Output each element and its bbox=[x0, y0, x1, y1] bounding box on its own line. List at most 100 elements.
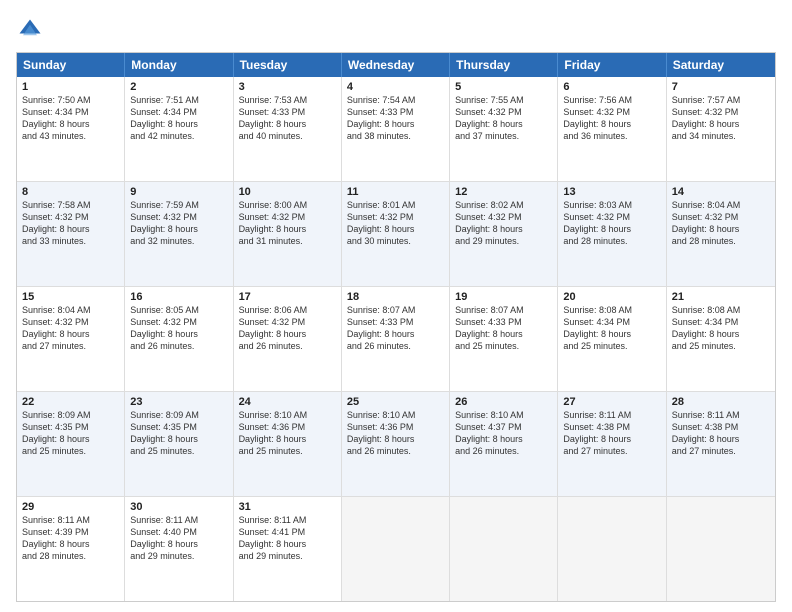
daylight-hours: Daylight: 8 hours bbox=[347, 328, 444, 340]
calendar-cell-16: 16Sunrise: 8:05 AMSunset: 4:32 PMDayligh… bbox=[125, 287, 233, 391]
daylight-hours: Daylight: 8 hours bbox=[672, 433, 770, 445]
sunset-text: Sunset: 4:33 PM bbox=[455, 316, 552, 328]
sunrise-text: Sunrise: 8:11 AM bbox=[563, 409, 660, 421]
daylight-hours: Daylight: 8 hours bbox=[130, 538, 227, 550]
calendar-cell-3: 3Sunrise: 7:53 AMSunset: 4:33 PMDaylight… bbox=[234, 77, 342, 181]
day-number: 5 bbox=[455, 81, 552, 93]
day-number: 29 bbox=[22, 501, 119, 513]
sunrise-text: Sunrise: 8:11 AM bbox=[239, 514, 336, 526]
sunrise-text: Sunrise: 7:58 AM bbox=[22, 199, 119, 211]
daylight-minutes: and 32 minutes. bbox=[130, 235, 227, 247]
daylight-hours: Daylight: 8 hours bbox=[239, 118, 336, 130]
daylight-hours: Daylight: 8 hours bbox=[239, 538, 336, 550]
logo-icon bbox=[16, 16, 44, 44]
sunset-text: Sunset: 4:35 PM bbox=[22, 421, 119, 433]
daylight-minutes: and 29 minutes. bbox=[130, 550, 227, 562]
daylight-hours: Daylight: 8 hours bbox=[239, 223, 336, 235]
sunrise-text: Sunrise: 8:10 AM bbox=[455, 409, 552, 421]
calendar-cell-4: 4Sunrise: 7:54 AMSunset: 4:33 PMDaylight… bbox=[342, 77, 450, 181]
calendar-cell-30: 30Sunrise: 8:11 AMSunset: 4:40 PMDayligh… bbox=[125, 497, 233, 601]
daylight-minutes: and 40 minutes. bbox=[239, 130, 336, 142]
sunset-text: Sunset: 4:34 PM bbox=[22, 106, 119, 118]
daylight-minutes: and 26 minutes. bbox=[130, 340, 227, 352]
sunrise-text: Sunrise: 7:50 AM bbox=[22, 94, 119, 106]
calendar-header: SundayMondayTuesdayWednesdayThursdayFrid… bbox=[17, 53, 775, 77]
calendar-row: 1Sunrise: 7:50 AMSunset: 4:34 PMDaylight… bbox=[17, 77, 775, 182]
header-day-tuesday: Tuesday bbox=[234, 53, 342, 77]
daylight-minutes: and 29 minutes. bbox=[455, 235, 552, 247]
day-number: 18 bbox=[347, 291, 444, 303]
day-number: 2 bbox=[130, 81, 227, 93]
daylight-minutes: and 42 minutes. bbox=[130, 130, 227, 142]
sunrise-text: Sunrise: 8:06 AM bbox=[239, 304, 336, 316]
header-day-monday: Monday bbox=[125, 53, 233, 77]
daylight-minutes: and 28 minutes. bbox=[672, 235, 770, 247]
sunset-text: Sunset: 4:32 PM bbox=[455, 106, 552, 118]
sunrise-text: Sunrise: 8:01 AM bbox=[347, 199, 444, 211]
day-number: 7 bbox=[672, 81, 770, 93]
daylight-minutes: and 27 minutes. bbox=[563, 445, 660, 457]
header-day-sunday: Sunday bbox=[17, 53, 125, 77]
calendar-cell-13: 13Sunrise: 8:03 AMSunset: 4:32 PMDayligh… bbox=[558, 182, 666, 286]
day-number: 25 bbox=[347, 396, 444, 408]
sunset-text: Sunset: 4:32 PM bbox=[563, 211, 660, 223]
day-number: 28 bbox=[672, 396, 770, 408]
day-number: 24 bbox=[239, 396, 336, 408]
sunset-text: Sunset: 4:33 PM bbox=[347, 316, 444, 328]
daylight-minutes: and 26 minutes. bbox=[239, 340, 336, 352]
day-number: 23 bbox=[130, 396, 227, 408]
calendar-cell-28: 28Sunrise: 8:11 AMSunset: 4:38 PMDayligh… bbox=[667, 392, 775, 496]
sunset-text: Sunset: 4:32 PM bbox=[22, 211, 119, 223]
daylight-hours: Daylight: 8 hours bbox=[130, 328, 227, 340]
daylight-hours: Daylight: 8 hours bbox=[455, 328, 552, 340]
sunrise-text: Sunrise: 7:53 AM bbox=[239, 94, 336, 106]
day-number: 3 bbox=[239, 81, 336, 93]
day-number: 9 bbox=[130, 186, 227, 198]
day-number: 8 bbox=[22, 186, 119, 198]
sunset-text: Sunset: 4:34 PM bbox=[672, 316, 770, 328]
day-number: 11 bbox=[347, 186, 444, 198]
daylight-hours: Daylight: 8 hours bbox=[672, 328, 770, 340]
sunrise-text: Sunrise: 8:11 AM bbox=[130, 514, 227, 526]
daylight-hours: Daylight: 8 hours bbox=[22, 328, 119, 340]
daylight-hours: Daylight: 8 hours bbox=[672, 223, 770, 235]
calendar-row: 29Sunrise: 8:11 AMSunset: 4:39 PMDayligh… bbox=[17, 497, 775, 601]
sunset-text: Sunset: 4:36 PM bbox=[347, 421, 444, 433]
day-number: 15 bbox=[22, 291, 119, 303]
daylight-minutes: and 30 minutes. bbox=[347, 235, 444, 247]
daylight-hours: Daylight: 8 hours bbox=[563, 223, 660, 235]
calendar-cell-23: 23Sunrise: 8:09 AMSunset: 4:35 PMDayligh… bbox=[125, 392, 233, 496]
daylight-minutes: and 43 minutes. bbox=[22, 130, 119, 142]
daylight-hours: Daylight: 8 hours bbox=[672, 118, 770, 130]
daylight-hours: Daylight: 8 hours bbox=[563, 433, 660, 445]
sunset-text: Sunset: 4:36 PM bbox=[239, 421, 336, 433]
sunset-text: Sunset: 4:32 PM bbox=[672, 106, 770, 118]
sunset-text: Sunset: 4:32 PM bbox=[672, 211, 770, 223]
day-number: 22 bbox=[22, 396, 119, 408]
daylight-hours: Daylight: 8 hours bbox=[130, 433, 227, 445]
daylight-hours: Daylight: 8 hours bbox=[22, 538, 119, 550]
day-number: 4 bbox=[347, 81, 444, 93]
calendar-body: 1Sunrise: 7:50 AMSunset: 4:34 PMDaylight… bbox=[17, 77, 775, 601]
sunset-text: Sunset: 4:32 PM bbox=[455, 211, 552, 223]
daylight-hours: Daylight: 8 hours bbox=[563, 118, 660, 130]
header bbox=[16, 16, 776, 44]
calendar-cell-14: 14Sunrise: 8:04 AMSunset: 4:32 PMDayligh… bbox=[667, 182, 775, 286]
sunrise-text: Sunrise: 8:09 AM bbox=[130, 409, 227, 421]
calendar-cell-18: 18Sunrise: 8:07 AMSunset: 4:33 PMDayligh… bbox=[342, 287, 450, 391]
sunrise-text: Sunrise: 8:10 AM bbox=[239, 409, 336, 421]
daylight-hours: Daylight: 8 hours bbox=[347, 223, 444, 235]
daylight-hours: Daylight: 8 hours bbox=[455, 223, 552, 235]
sunrise-text: Sunrise: 8:04 AM bbox=[672, 199, 770, 211]
sunrise-text: Sunrise: 7:55 AM bbox=[455, 94, 552, 106]
daylight-hours: Daylight: 8 hours bbox=[455, 118, 552, 130]
calendar-row: 8Sunrise: 7:58 AMSunset: 4:32 PMDaylight… bbox=[17, 182, 775, 287]
daylight-minutes: and 37 minutes. bbox=[455, 130, 552, 142]
day-number: 31 bbox=[239, 501, 336, 513]
sunrise-text: Sunrise: 8:08 AM bbox=[672, 304, 770, 316]
calendar-cell-empty bbox=[558, 497, 666, 601]
daylight-hours: Daylight: 8 hours bbox=[239, 433, 336, 445]
calendar-cell-empty bbox=[450, 497, 558, 601]
header-day-friday: Friday bbox=[558, 53, 666, 77]
sunrise-text: Sunrise: 7:57 AM bbox=[672, 94, 770, 106]
